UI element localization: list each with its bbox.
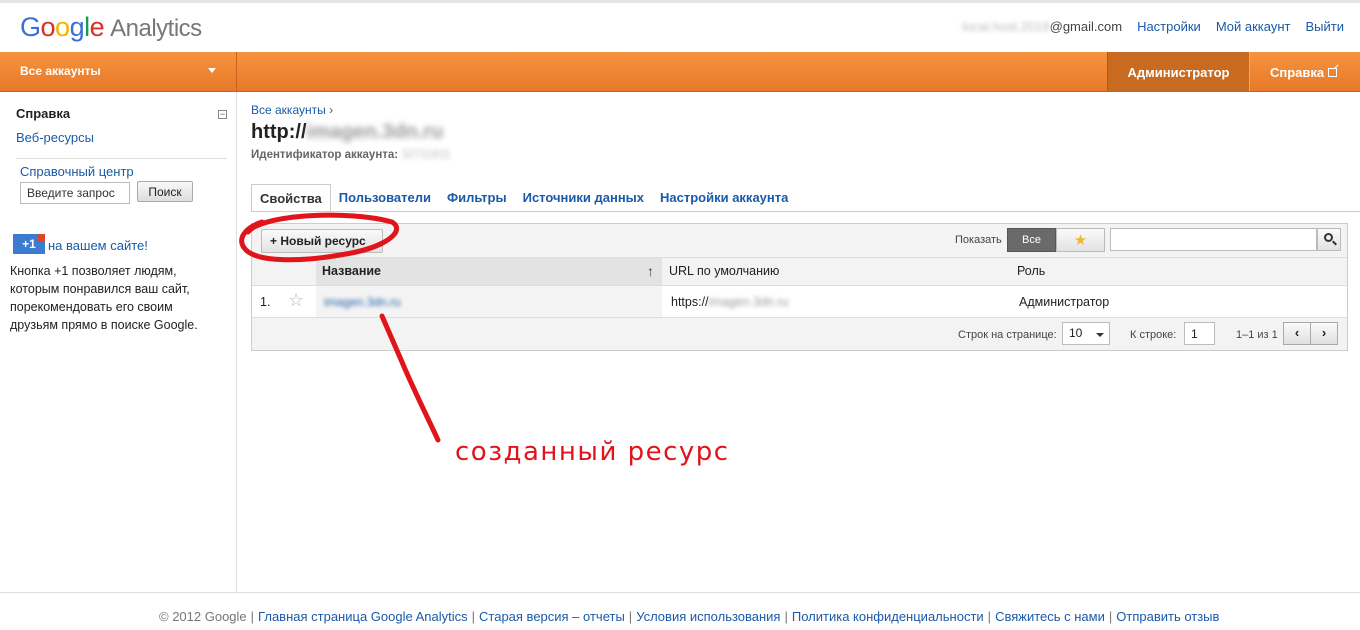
tab-properties[interactable]: Свойства	[251, 184, 331, 212]
rows-per-page-label: Строк на странице:	[958, 329, 1057, 341]
footer-link-home[interactable]: Главная страница Google Analytics	[258, 609, 468, 624]
admin-tab[interactable]: Администратор	[1107, 52, 1249, 91]
tab-underline	[251, 211, 1360, 212]
table-search-button[interactable]	[1317, 228, 1341, 251]
account-selector-label: Все аккаунты	[20, 64, 101, 78]
annotation-label: созданный ресурс	[455, 437, 730, 467]
google-analytics-logo[interactable]: Google Analytics	[20, 12, 202, 43]
copyright: © 2012 Google	[159, 609, 247, 624]
row-name-cell: imagen.3dn.ru	[316, 286, 662, 317]
breadcrumb-separator: ›	[329, 103, 334, 117]
footer-link-feedback[interactable]: Отправить отзыв	[1116, 609, 1219, 624]
chevron-left-icon: ‹	[1294, 325, 1300, 340]
external-link-icon	[1328, 68, 1338, 77]
tab-data-sources[interactable]: Источники данных	[515, 184, 652, 212]
breadcrumb-all-accounts[interactable]: Все аккаунты	[251, 103, 326, 117]
chevron-right-icon: ›	[1321, 325, 1327, 340]
tab-account-settings[interactable]: Настройки аккаунта	[652, 184, 796, 212]
logo-google: Google	[20, 12, 105, 42]
plus-one-link[interactable]: на вашем сайте!	[48, 238, 148, 253]
help-tab[interactable]: Справка	[1249, 52, 1360, 91]
help-search-input[interactable]	[20, 182, 130, 204]
chevron-down-icon	[208, 68, 216, 73]
table-header: Название ↑ URL по умолчанию Роль	[252, 257, 1347, 286]
breadcrumb: Все аккаунты ›	[251, 103, 333, 117]
user-email: local.host.2019@gmail.com	[962, 19, 1123, 34]
admin-tab-label: Администратор	[1127, 65, 1230, 80]
column-url-header[interactable]: URL по умолчанию	[669, 264, 779, 278]
main-nav-bar: Все аккаунты Администратор Справка	[0, 52, 1360, 92]
property-name-link[interactable]: imagen.3dn.ru	[324, 295, 401, 309]
footer: © 2012 Google | Главная страница Google An…	[0, 592, 1360, 630]
help-center-link[interactable]: Справочный центр	[20, 164, 134, 179]
top-header: Google Analytics local.host.2019@gmail.co…	[0, 0, 1360, 52]
footer-links: © 2012 Google | Главная страница Google An…	[159, 609, 1220, 624]
go-to-row-label: К строке:	[1130, 329, 1177, 341]
plus-one-description: Кнопка +1 позволяет людям, которым понра…	[10, 264, 198, 332]
row-role: Администратор	[1019, 295, 1110, 309]
settings-link[interactable]: Настройки	[1137, 19, 1201, 34]
plus-one-icon: +1	[13, 234, 45, 254]
rows-per-page-value: 10	[1069, 326, 1083, 340]
show-label: Показать	[955, 234, 1002, 246]
logo-product: Analytics	[110, 15, 202, 42]
divider	[16, 158, 227, 159]
go-to-row-input[interactable]: 1	[1184, 322, 1215, 345]
help-tab-label: Справка	[1270, 65, 1325, 80]
user-bar: local.host.2019@gmail.com Настройки Мой …	[962, 19, 1344, 34]
row-default-url: https://imagen.3dn.ru	[671, 295, 789, 309]
my-account-link[interactable]: Мой аккаунт	[1216, 19, 1291, 34]
column-role-header[interactable]: Роль	[1017, 264, 1045, 278]
collapse-icon[interactable]: −	[218, 110, 227, 119]
next-page-button[interactable]: ›	[1310, 322, 1338, 345]
prev-page-button[interactable]: ‹	[1283, 322, 1311, 345]
footer-link-contact[interactable]: Свяжитесь с нами	[995, 609, 1105, 624]
table-filter-input[interactable]	[1110, 228, 1317, 251]
table-row: 1. ☆ imagen.3dn.ru https://imagen.3dn.ru…	[252, 285, 1347, 318]
tab-filters[interactable]: Фильтры	[439, 184, 515, 212]
rows-per-page-select[interactable]: 10	[1062, 322, 1110, 345]
tab-users[interactable]: Пользователи	[331, 184, 439, 212]
footer-link-old-version[interactable]: Старая версия – отчеты	[479, 609, 625, 624]
new-property-button[interactable]: + Новый ресурс	[261, 229, 383, 253]
pagination: Строк на странице: 10 К строке: 1 1–1 из…	[252, 320, 1347, 350]
account-id: Идентификатор аккаунта: 32711611	[251, 149, 451, 161]
web-resources-link[interactable]: Веб-ресурсы	[16, 130, 94, 145]
star-icon: ★	[1073, 232, 1088, 249]
properties-table: + Новый ресурс Показать Все ★ Название ↑…	[251, 223, 1348, 351]
admin-tabs: Свойства Пользователи Фильтры Источники …	[251, 184, 796, 212]
sidebar: Справка − Веб-ресурсы Справочный центр П…	[0, 92, 237, 592]
help-box-title: Справка	[16, 106, 71, 121]
footer-link-privacy[interactable]: Политика конфиденциальности	[792, 609, 984, 624]
star-outline-icon[interactable]: ☆	[288, 290, 304, 311]
logout-link[interactable]: Выйти	[1306, 19, 1345, 34]
row-number: 1.	[260, 295, 271, 309]
chevron-down-icon	[1096, 333, 1104, 337]
show-all-button[interactable]: Все	[1007, 228, 1056, 252]
help-box: Справка − Веб-ресурсы Справочный центр П…	[0, 92, 236, 220]
page-range: 1–1 из 1	[1236, 329, 1278, 341]
column-name-header[interactable]: Название ↑	[316, 258, 662, 286]
footer-link-terms[interactable]: Условия использования	[636, 609, 780, 624]
account-selector[interactable]: Все аккаунты	[0, 52, 237, 91]
page-title: http://imagen.3dn.ru	[251, 121, 444, 143]
show-starred-button[interactable]: ★	[1056, 228, 1105, 252]
sort-ascending-icon: ↑	[647, 263, 654, 279]
help-search-button[interactable]: Поиск	[137, 181, 193, 202]
